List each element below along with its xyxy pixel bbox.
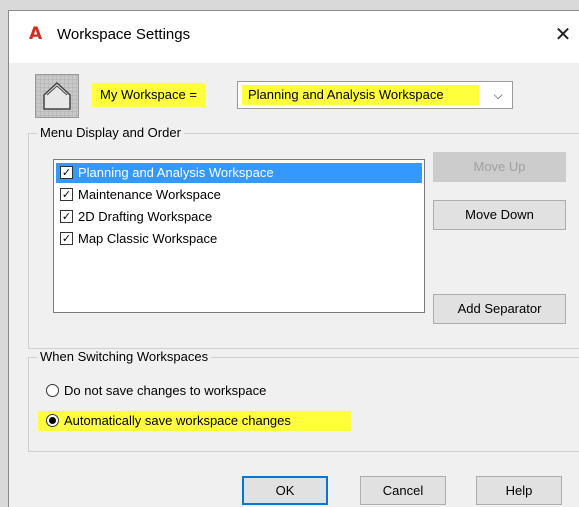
move-up-button[interactable]: Move Up	[433, 152, 566, 182]
my-workspace-label: My Workspace =	[92, 83, 205, 107]
autocad-app-icon: A	[29, 24, 43, 44]
cancel-button[interactable]: Cancel	[360, 476, 446, 505]
title-bar: A Workspace Settings ✕	[9, 11, 579, 63]
radio-auto-save[interactable]: Automatically save workspace changes	[38, 411, 351, 431]
when-switching-group: When Switching Workspaces	[28, 349, 579, 452]
list-item-label: Maintenance Workspace	[78, 187, 221, 202]
checkbox-map-classic[interactable]: ✓	[60, 232, 73, 245]
dialog-title: Workspace Settings	[57, 26, 191, 43]
checkbox-planning[interactable]: ✓	[60, 166, 73, 179]
ok-button[interactable]: OK	[242, 476, 328, 505]
list-item-label: Planning and Analysis Workspace	[78, 165, 274, 180]
menu-display-order-label: Menu Display and Order	[37, 125, 184, 140]
workspace-house-icon	[35, 74, 79, 118]
my-workspace-selected-value: Planning and Analysis Workspace	[242, 85, 479, 105]
add-separator-button[interactable]: Add Separator	[433, 294, 566, 324]
list-item-label: Map Classic Workspace	[78, 231, 218, 246]
checkbox-2d-drafting[interactable]: ✓	[60, 210, 73, 223]
my-workspace-dropdown[interactable]: Planning and Analysis Workspace ⌵	[237, 81, 513, 109]
when-switching-label: When Switching Workspaces	[37, 349, 212, 364]
close-icon[interactable]: ✕	[549, 21, 577, 47]
radio-label: Do not save changes to workspace	[64, 383, 267, 398]
radio-label: Automatically save workspace changes	[64, 413, 291, 428]
workspace-settings-dialog: A Workspace Settings ✕ My Workspace = Pl…	[8, 10, 579, 507]
radio-button[interactable]	[46, 384, 59, 397]
move-down-button[interactable]: Move Down	[433, 200, 566, 230]
help-button[interactable]: Help	[476, 476, 562, 505]
list-item[interactable]: ✓ Planning and Analysis Workspace	[56, 163, 422, 183]
workspace-list[interactable]: ✓ Planning and Analysis Workspace ✓ Main…	[53, 159, 425, 313]
checkbox-maintenance[interactable]: ✓	[60, 188, 73, 201]
list-item-label: 2D Drafting Workspace	[78, 209, 213, 224]
radio-selected-dot	[49, 417, 56, 424]
chevron-down-icon[interactable]: ⌵	[487, 84, 509, 106]
radio-button[interactable]	[46, 414, 59, 427]
